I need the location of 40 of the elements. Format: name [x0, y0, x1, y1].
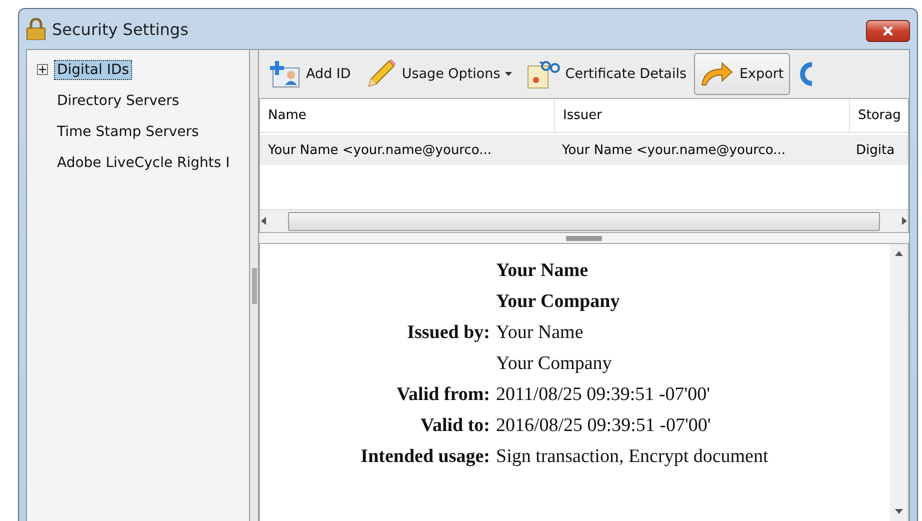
- certificate-glasses-icon: [526, 58, 560, 90]
- table-cell-text: Your Name <your.name@yourco...: [267, 142, 493, 160]
- field-value: Sign transaction, Encrypt document: [496, 446, 770, 468]
- tree-item[interactable]: Adobe LiveCycle Rights I: [54, 152, 233, 172]
- field-value: Your Company: [496, 353, 613, 375]
- scroll-right-icon[interactable]: [900, 217, 908, 225]
- tree-item[interactable]: Time Stamp Servers: [54, 122, 202, 142]
- vertical-scrollbar[interactable]: [890, 244, 908, 521]
- tree-item[interactable]: Digital IDs: [54, 60, 132, 80]
- toolbar-button[interactable]: Add ID: [263, 53, 357, 95]
- field-label: Issued by:: [406, 322, 490, 344]
- expand-toggle[interactable]: [37, 64, 48, 75]
- field-value: 2011/08/25 09:39:51 -07'00': [496, 384, 712, 406]
- field-label: Intended usage:: [360, 446, 490, 468]
- id-card-plus-icon: [269, 59, 301, 89]
- column-header[interactable]: Storag: [850, 99, 908, 132]
- field-label: Valid from:: [396, 384, 490, 406]
- window-title: Security Settings: [52, 20, 190, 38]
- field-value: Your Name: [496, 322, 584, 344]
- table-row[interactable]: Your Name <your.name@yourco... Your Name <your.name@yourco... Digita: [260, 135, 908, 165]
- horizontal-scrollbar[interactable]: [260, 209, 908, 232]
- scroll-down-icon[interactable]: [895, 507, 903, 515]
- heading-text: Your Name: [496, 260, 590, 282]
- close-button[interactable]: [866, 20, 910, 42]
- column-header[interactable]: Issuer: [555, 99, 850, 132]
- close-icon: [881, 26, 895, 36]
- curved-arrow-icon: [700, 61, 734, 87]
- padlock-icon: [26, 18, 46, 40]
- toolbar-button[interactable]: Usage Options: [358, 53, 518, 95]
- tree-item[interactable]: Directory Servers: [54, 90, 182, 110]
- table-cell-text: Your Name <your.name@yourco...: [561, 142, 787, 160]
- field-label: Valid to:: [419, 415, 490, 437]
- toolbar-button[interactable]: Export: [694, 53, 790, 95]
- scroll-left-icon[interactable]: [260, 217, 268, 225]
- field-value: 2016/08/25 09:39:51 -07'00': [496, 415, 712, 437]
- table-cell-text: Digita: [855, 142, 896, 160]
- heading-text: Your Company: [496, 291, 621, 313]
- scroll-up-icon[interactable]: [895, 250, 903, 258]
- column-header[interactable]: Name: [260, 99, 555, 132]
- toolbar-button[interactable]: Certificate Details: [520, 53, 692, 95]
